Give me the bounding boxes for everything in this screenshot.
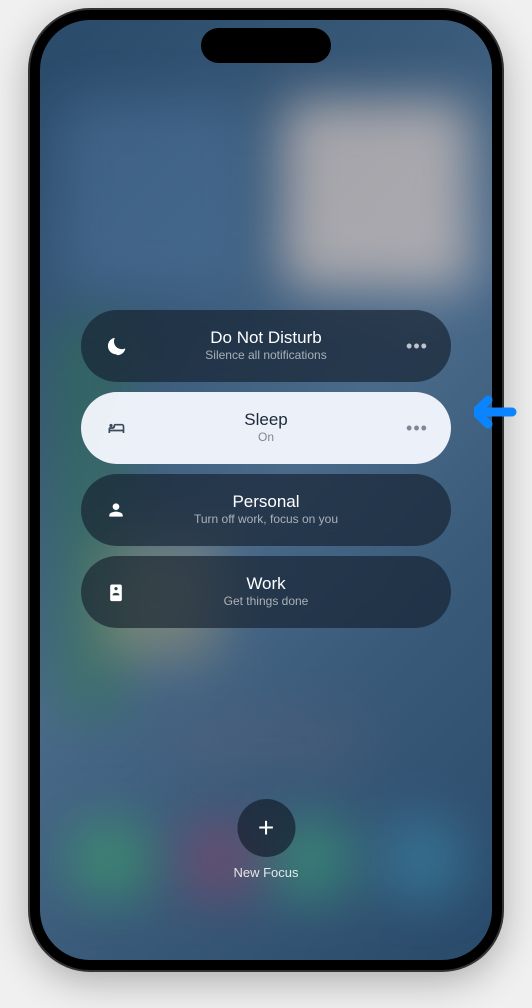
focus-text: Work Get things done — [131, 574, 431, 610]
new-focus-label: New Focus — [233, 865, 298, 880]
callout-arrow-icon — [474, 394, 524, 435]
focus-item-work[interactable]: Work Get things done — [81, 556, 451, 628]
focus-item-personal[interactable]: Personal Turn off work, focus on you — [81, 474, 451, 546]
more-icon[interactable]: ••• — [403, 414, 431, 442]
phone-frame: Do Not Disturb Silence all notifications… — [30, 10, 502, 970]
focus-title: Do Not Disturb — [131, 328, 401, 348]
plus-icon: + — [237, 799, 295, 857]
focus-text: Sleep On — [131, 410, 431, 446]
focus-title: Sleep — [131, 410, 401, 430]
screen: Do Not Disturb Silence all notifications… — [40, 20, 492, 960]
more-icon[interactable]: ••• — [403, 332, 431, 360]
focus-subtitle: Get things done — [131, 594, 401, 610]
focus-item-dnd[interactable]: Do Not Disturb Silence all notifications… — [81, 310, 451, 382]
new-focus-button[interactable]: + New Focus — [233, 799, 298, 880]
focus-list: Do Not Disturb Silence all notifications… — [81, 310, 451, 628]
focus-item-sleep[interactable]: Sleep On ••• — [81, 392, 451, 464]
focus-subtitle: On — [131, 430, 401, 446]
bed-icon — [101, 418, 131, 438]
focus-text: Personal Turn off work, focus on you — [131, 492, 431, 528]
focus-subtitle: Turn off work, focus on you — [131, 512, 401, 528]
person-icon — [101, 500, 131, 520]
badge-icon — [101, 582, 131, 602]
focus-title: Personal — [131, 492, 401, 512]
focus-text: Do Not Disturb Silence all notifications — [131, 328, 431, 364]
focus-title: Work — [131, 574, 401, 594]
focus-subtitle: Silence all notifications — [131, 348, 401, 364]
dynamic-island — [201, 28, 331, 63]
moon-icon — [101, 336, 131, 356]
focus-picker: Do Not Disturb Silence all notifications… — [40, 20, 492, 960]
